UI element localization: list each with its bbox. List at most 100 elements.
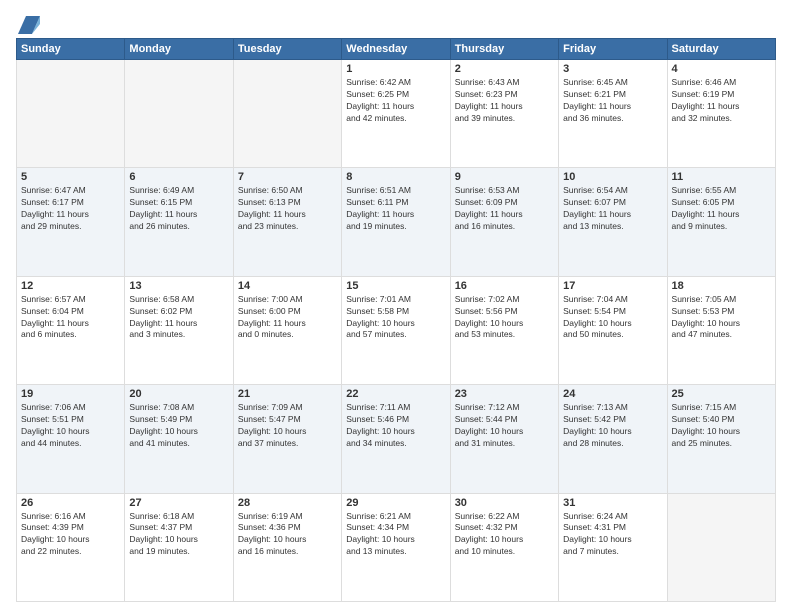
weekday-header-sunday: Sunday [17,39,125,60]
day-cell-11: 11 Sunrise: 6:55 AM Sunset: 6:05 PM Dayli… [667,168,775,276]
day-number: 20 [129,388,228,400]
day-number: 1 [346,63,445,75]
day-info: Sunrise: 6:50 AM Sunset: 6:13 PM Dayligh… [238,185,337,233]
day-info: Sunrise: 6:53 AM Sunset: 6:09 PM Dayligh… [455,185,554,233]
day-cell-13: 13Sunrise: 6:58 AM Sunset: 6:02 PM Dayli… [125,276,233,384]
day-info: Sunrise: 6:18 AM Sunset: 4:37 PM Dayligh… [129,511,228,559]
day-number: 10 [563,171,662,183]
day-cell-1: 1Sunrise: 6:42 AM Sunset: 6:25 PM Daylig… [342,60,450,168]
day-cell-10: 10 Sunrise: 6:54 AM Sunset: 6:07 PM Dayli… [559,168,667,276]
day-number: 2 [455,63,554,75]
logo [16,16,40,30]
day-cell-15: 15Sunrise: 7:01 AM Sunset: 5:58 PM Dayli… [342,276,450,384]
empty-cell [667,493,775,601]
day-info: Sunrise: 6:19 AM Sunset: 4:36 PM Dayligh… [238,511,337,559]
day-info: Sunrise: 7:13 AM Sunset: 5:42 PM Dayligh… [563,402,662,450]
day-cell-16: 16 Sunrise: 7:02 AM Sunset: 5:56 PM Dayli… [450,276,558,384]
day-number: 22 [346,388,445,400]
day-info: Sunrise: 7:11 AM Sunset: 5:46 PM Dayligh… [346,402,445,450]
day-number: 13 [129,280,228,292]
day-info: Sunrise: 6:51 AM Sunset: 6:11 PM Dayligh… [346,185,445,233]
day-number: 9 [455,171,554,183]
day-number: 23 [455,388,554,400]
day-info: Sunrise: 6:55 AM Sunset: 6:05 PM Dayligh… [672,185,771,233]
week-row-1: 1Sunrise: 6:42 AM Sunset: 6:25 PM Daylig… [17,60,776,168]
day-number: 12 [21,280,120,292]
day-number: 16 [455,280,554,292]
page: SundayMondayTuesdayWednesdayThursdayFrid… [0,0,792,612]
day-info: Sunrise: 6:43 AM Sunset: 6:23 PM Dayligh… [455,77,554,125]
day-cell-21: 21 Sunrise: 7:09 AM Sunset: 5:47 PM Dayli… [233,385,341,493]
day-cell-27: 27 Sunrise: 6:18 AM Sunset: 4:37 PM Dayli… [125,493,233,601]
day-number: 25 [672,388,771,400]
weekday-header-friday: Friday [559,39,667,60]
day-cell-9: 9 Sunrise: 6:53 AM Sunset: 6:09 PM Daylig… [450,168,558,276]
day-number: 28 [238,497,337,509]
day-number: 14 [238,280,337,292]
day-cell-25: 25 Sunrise: 7:15 AM Sunset: 5:40 PM Dayli… [667,385,775,493]
weekday-header-monday: Monday [125,39,233,60]
day-number: 29 [346,497,445,509]
day-number: 19 [21,388,120,400]
day-number: 8 [346,171,445,183]
weekday-header-thursday: Thursday [450,39,558,60]
weekday-header-row: SundayMondayTuesdayWednesdayThursdayFrid… [17,39,776,60]
weekday-header-tuesday: Tuesday [233,39,341,60]
empty-cell [17,60,125,168]
day-number: 5 [21,171,120,183]
day-number: 21 [238,388,337,400]
calendar: SundayMondayTuesdayWednesdayThursdayFrid… [16,38,776,602]
day-info: Sunrise: 7:12 AM Sunset: 5:44 PM Dayligh… [455,402,554,450]
day-cell-3: 3 Sunrise: 6:45 AM Sunset: 6:21 PM Daylig… [559,60,667,168]
day-cell-22: 22 Sunrise: 7:11 AM Sunset: 5:46 PM Dayli… [342,385,450,493]
day-cell-4: 4Sunrise: 6:46 AM Sunset: 6:19 PM Daylig… [667,60,775,168]
day-info: Sunrise: 6:22 AM Sunset: 4:32 PM Dayligh… [455,511,554,559]
day-number: 18 [672,280,771,292]
day-cell-30: 30 Sunrise: 6:22 AM Sunset: 4:32 PM Dayli… [450,493,558,601]
day-number: 7 [238,171,337,183]
logo-icon [18,16,40,34]
week-row-2: 5Sunrise: 6:47 AM Sunset: 6:17 PM Daylig… [17,168,776,276]
day-number: 30 [455,497,554,509]
day-cell-20: 20 Sunrise: 7:08 AM Sunset: 5:49 PM Dayli… [125,385,233,493]
day-info: Sunrise: 7:00 AM Sunset: 6:00 PM Dayligh… [238,294,337,342]
empty-cell [233,60,341,168]
day-info: Sunrise: 6:21 AM Sunset: 4:34 PM Dayligh… [346,511,445,559]
day-info: Sunrise: 7:02 AM Sunset: 5:56 PM Dayligh… [455,294,554,342]
day-cell-31: 31Sunrise: 6:24 AM Sunset: 4:31 PM Dayli… [559,493,667,601]
day-info: Sunrise: 7:15 AM Sunset: 5:40 PM Dayligh… [672,402,771,450]
day-number: 26 [21,497,120,509]
day-info: Sunrise: 7:09 AM Sunset: 5:47 PM Dayligh… [238,402,337,450]
week-row-5: 26Sunrise: 6:16 AM Sunset: 4:39 PM Dayli… [17,493,776,601]
day-cell-19: 19 Sunrise: 7:06 AM Sunset: 5:51 PM Dayli… [17,385,125,493]
day-number: 27 [129,497,228,509]
day-cell-7: 7 Sunrise: 6:50 AM Sunset: 6:13 PM Daylig… [233,168,341,276]
day-cell-14: 14 Sunrise: 7:00 AM Sunset: 6:00 PM Dayli… [233,276,341,384]
day-cell-23: 23 Sunrise: 7:12 AM Sunset: 5:44 PM Dayli… [450,385,558,493]
day-number: 17 [563,280,662,292]
day-cell-18: 18 Sunrise: 7:05 AM Sunset: 5:53 PM Dayli… [667,276,775,384]
day-number: 31 [563,497,662,509]
empty-cell [125,60,233,168]
day-info: Sunrise: 7:05 AM Sunset: 5:53 PM Dayligh… [672,294,771,342]
day-info: Sunrise: 6:54 AM Sunset: 6:07 PM Dayligh… [563,185,662,233]
day-cell-29: 29 Sunrise: 6:21 AM Sunset: 4:34 PM Dayli… [342,493,450,601]
week-row-4: 19 Sunrise: 7:06 AM Sunset: 5:51 PM Dayli… [17,385,776,493]
day-info: Sunrise: 7:06 AM Sunset: 5:51 PM Dayligh… [21,402,120,450]
day-info: Sunrise: 7:08 AM Sunset: 5:49 PM Dayligh… [129,402,228,450]
day-number: 24 [563,388,662,400]
day-info: Sunrise: 6:57 AM Sunset: 6:04 PM Dayligh… [21,294,120,342]
day-info: Sunrise: 7:04 AM Sunset: 5:54 PM Dayligh… [563,294,662,342]
day-info: Sunrise: 6:45 AM Sunset: 6:21 PM Dayligh… [563,77,662,125]
day-info: Sunrise: 7:01 AM Sunset: 5:58 PM Dayligh… [346,294,445,342]
day-cell-17: 17 Sunrise: 7:04 AM Sunset: 5:54 PM Dayli… [559,276,667,384]
day-number: 6 [129,171,228,183]
day-cell-6: 6Sunrise: 6:49 AM Sunset: 6:15 PM Daylig… [125,168,233,276]
day-number: 4 [672,63,771,75]
day-number: 3 [563,63,662,75]
day-cell-8: 8 Sunrise: 6:51 AM Sunset: 6:11 PM Daylig… [342,168,450,276]
day-number: 11 [672,171,771,183]
weekday-header-saturday: Saturday [667,39,775,60]
day-cell-12: 12 Sunrise: 6:57 AM Sunset: 6:04 PM Dayli… [17,276,125,384]
day-cell-5: 5Sunrise: 6:47 AM Sunset: 6:17 PM Daylig… [17,168,125,276]
